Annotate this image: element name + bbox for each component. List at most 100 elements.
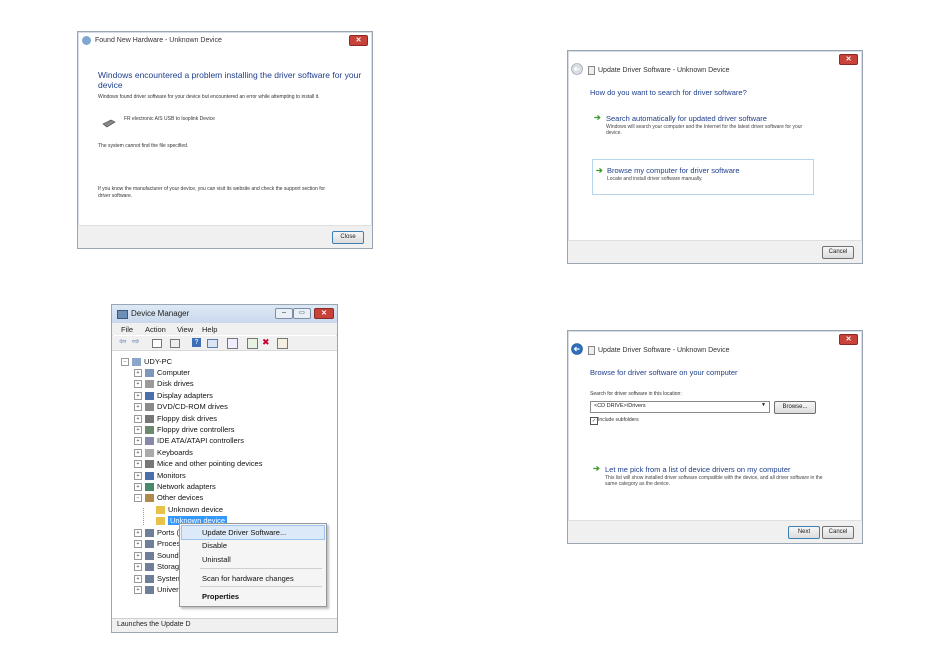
tree-item-partial[interactable]: + Univer: [134, 585, 179, 595]
maximize-button[interactable]: ▭: [293, 308, 311, 319]
tree-item-label: Mice and other pointing devices: [157, 459, 263, 469]
expand-toggle-icon[interactable]: +: [134, 391, 142, 400]
tree-item-dvd-cd-rom-drives[interactable]: + DVD/CD-ROM drives: [134, 402, 228, 412]
expand-toggle-icon[interactable]: +: [134, 540, 142, 549]
tree-item-label: Univer: [157, 585, 179, 594]
tree-item-floppy-disk-drives[interactable]: + Floppy disk drives: [134, 414, 217, 423]
expand-toggle-icon[interactable]: −: [134, 494, 142, 503]
next-button[interactable]: Next: [788, 526, 820, 539]
device-category-icon: [145, 574, 154, 583]
update-driver-icon[interactable]: [247, 338, 258, 349]
device-manager-window: Device Manager – ▭ ✕ File Action View He…: [111, 304, 338, 633]
include-subfolders-checkbox[interactable]: ✓: [590, 417, 598, 425]
window-title: Update Driver Software - Unknown Device: [598, 347, 730, 354]
tree-item-partial[interactable]: + System: [134, 574, 182, 583]
menu-file[interactable]: File: [121, 325, 133, 334]
cancel-button[interactable]: Cancel: [822, 526, 854, 539]
expand-toggle-icon[interactable]: +: [134, 586, 142, 595]
device-category-icon: [145, 391, 154, 400]
close-icon[interactable]: ✕: [349, 35, 368, 46]
tree-item-label: IDE ATA/ATAPI controllers: [157, 436, 244, 446]
expand-toggle-icon[interactable]: +: [134, 369, 142, 378]
tree-root[interactable]: − UDY-PC: [121, 357, 172, 367]
context-update-driver[interactable]: Update Driver Software...: [202, 528, 286, 537]
menu-view[interactable]: View: [177, 325, 193, 334]
expand-toggle-icon[interactable]: +: [134, 437, 142, 446]
back-arrow-icon[interactable]: [571, 63, 583, 75]
window-icon[interactable]: [207, 339, 218, 348]
tree-item-label: DVD/CD-ROM drives: [157, 402, 228, 412]
expand-toggle-icon[interactable]: +: [134, 574, 142, 583]
tree-item-ide-ata-atapi-controllers[interactable]: + IDE ATA/ATAPI controllers: [134, 436, 244, 446]
forward-arrow-icon[interactable]: ⇨: [132, 336, 140, 347]
expand-toggle-icon[interactable]: +: [134, 563, 142, 572]
tree-item-keyboards[interactable]: + Keyboards: [134, 448, 193, 457]
list-view-icon[interactable]: [170, 339, 180, 348]
tree-connector: [143, 508, 144, 525]
tree-item-display-adapters[interactable]: + Display adapters: [134, 391, 213, 400]
tree-item-label: Sound: [157, 550, 179, 560]
back-arrow-icon[interactable]: [571, 343, 583, 355]
context-disable[interactable]: Disable: [202, 541, 227, 550]
expand-toggle-icon[interactable]: +: [134, 414, 142, 423]
toolbar: ⇦ ⇨ ? ✖: [112, 336, 337, 351]
expand-toggle-icon[interactable]: +: [134, 483, 142, 492]
tree-item-monitors[interactable]: + Monitors: [134, 471, 186, 480]
minimize-button[interactable]: –: [275, 308, 293, 319]
tree-item-partial[interactable]: + Proces: [134, 539, 180, 549]
expand-toggle-icon[interactable]: +: [134, 551, 142, 560]
tree-item-network-adapters[interactable]: + Network adapters: [134, 482, 216, 492]
option-title: Let me pick from a list of device driver…: [605, 465, 791, 474]
expand-toggle-icon[interactable]: +: [134, 448, 142, 457]
scan-hardware-icon[interactable]: [227, 338, 238, 349]
separator: [200, 568, 322, 569]
device-category-icon: [145, 414, 154, 423]
cancel-button[interactable]: Cancel: [822, 246, 854, 259]
driver-icon: [588, 66, 595, 75]
help-icon[interactable]: ?: [192, 338, 201, 347]
expand-toggle-icon[interactable]: +: [134, 403, 142, 412]
device-category-icon: [145, 540, 154, 549]
device-category-icon: [145, 380, 154, 389]
tree-item-other-devices[interactable]: − Other devices: [134, 493, 203, 503]
window-title: Device Manager: [131, 309, 190, 318]
expand-toggle-icon[interactable]: +: [134, 380, 142, 389]
context-scan-hardware[interactable]: Scan for hardware changes: [202, 574, 294, 583]
expand-toggle-icon[interactable]: +: [134, 426, 142, 435]
pick-from-list-option[interactable]: ➔ Let me pick from a list of device driv…: [590, 464, 840, 494]
menu-action[interactable]: Action: [145, 325, 166, 334]
menu-help[interactable]: Help: [202, 325, 217, 334]
search-location-label: Search for driver software in this locat…: [590, 391, 682, 397]
tree-item-partial[interactable]: + Ports (: [134, 528, 179, 538]
tree-item-floppy-drive-controllers[interactable]: + Floppy drive controllers: [134, 425, 235, 435]
tree-item-label: Network adapters: [157, 482, 216, 491]
device-category-icon: [145, 494, 154, 503]
search-automatically-option[interactable]: ➔ Search automatically for updated drive…: [590, 113, 812, 141]
browse-computer-option[interactable]: ➔ Browse my computer for driver software…: [592, 159, 814, 195]
tree-item-label: Storag: [157, 562, 180, 572]
enable-device-icon[interactable]: [277, 338, 288, 349]
dropdown-arrow-icon[interactable]: ▼: [761, 402, 766, 408]
context-properties[interactable]: Properties: [202, 592, 239, 601]
properties-icon[interactable]: [152, 339, 162, 348]
path-combobox[interactable]: <CD DRIVE>\Drivers ▼: [590, 401, 770, 413]
driver-icon: [588, 346, 595, 355]
close-icon[interactable]: ✕: [839, 54, 858, 65]
browse-button[interactable]: Browse...: [774, 401, 816, 414]
uninstall-icon[interactable]: ✖: [262, 338, 271, 347]
close-icon[interactable]: ✕: [839, 334, 858, 345]
tree-item-unknown-device[interactable]: Unknown device: [156, 505, 223, 515]
tree-item-mice-and-other-pointing-devices[interactable]: + Mice and other pointing devices: [134, 459, 263, 469]
expand-toggle-icon[interactable]: +: [134, 529, 142, 538]
tree-item-partial[interactable]: + Sound: [134, 551, 179, 560]
expand-toggle-icon[interactable]: +: [134, 471, 142, 480]
error-text: The system cannot find the file specifie…: [98, 143, 189, 149]
close-icon[interactable]: ✕: [314, 308, 334, 319]
back-arrow-icon[interactable]: ⇦: [119, 336, 127, 347]
close-button[interactable]: Close: [332, 231, 364, 244]
tree-item-partial[interactable]: + Storag: [134, 562, 180, 572]
context-uninstall[interactable]: Uninstall: [202, 555, 231, 564]
tree-item-computer[interactable]: + Computer: [134, 368, 190, 378]
tree-item-disk-drives[interactable]: + Disk drives: [134, 379, 194, 389]
expand-toggle-icon[interactable]: +: [134, 460, 142, 469]
